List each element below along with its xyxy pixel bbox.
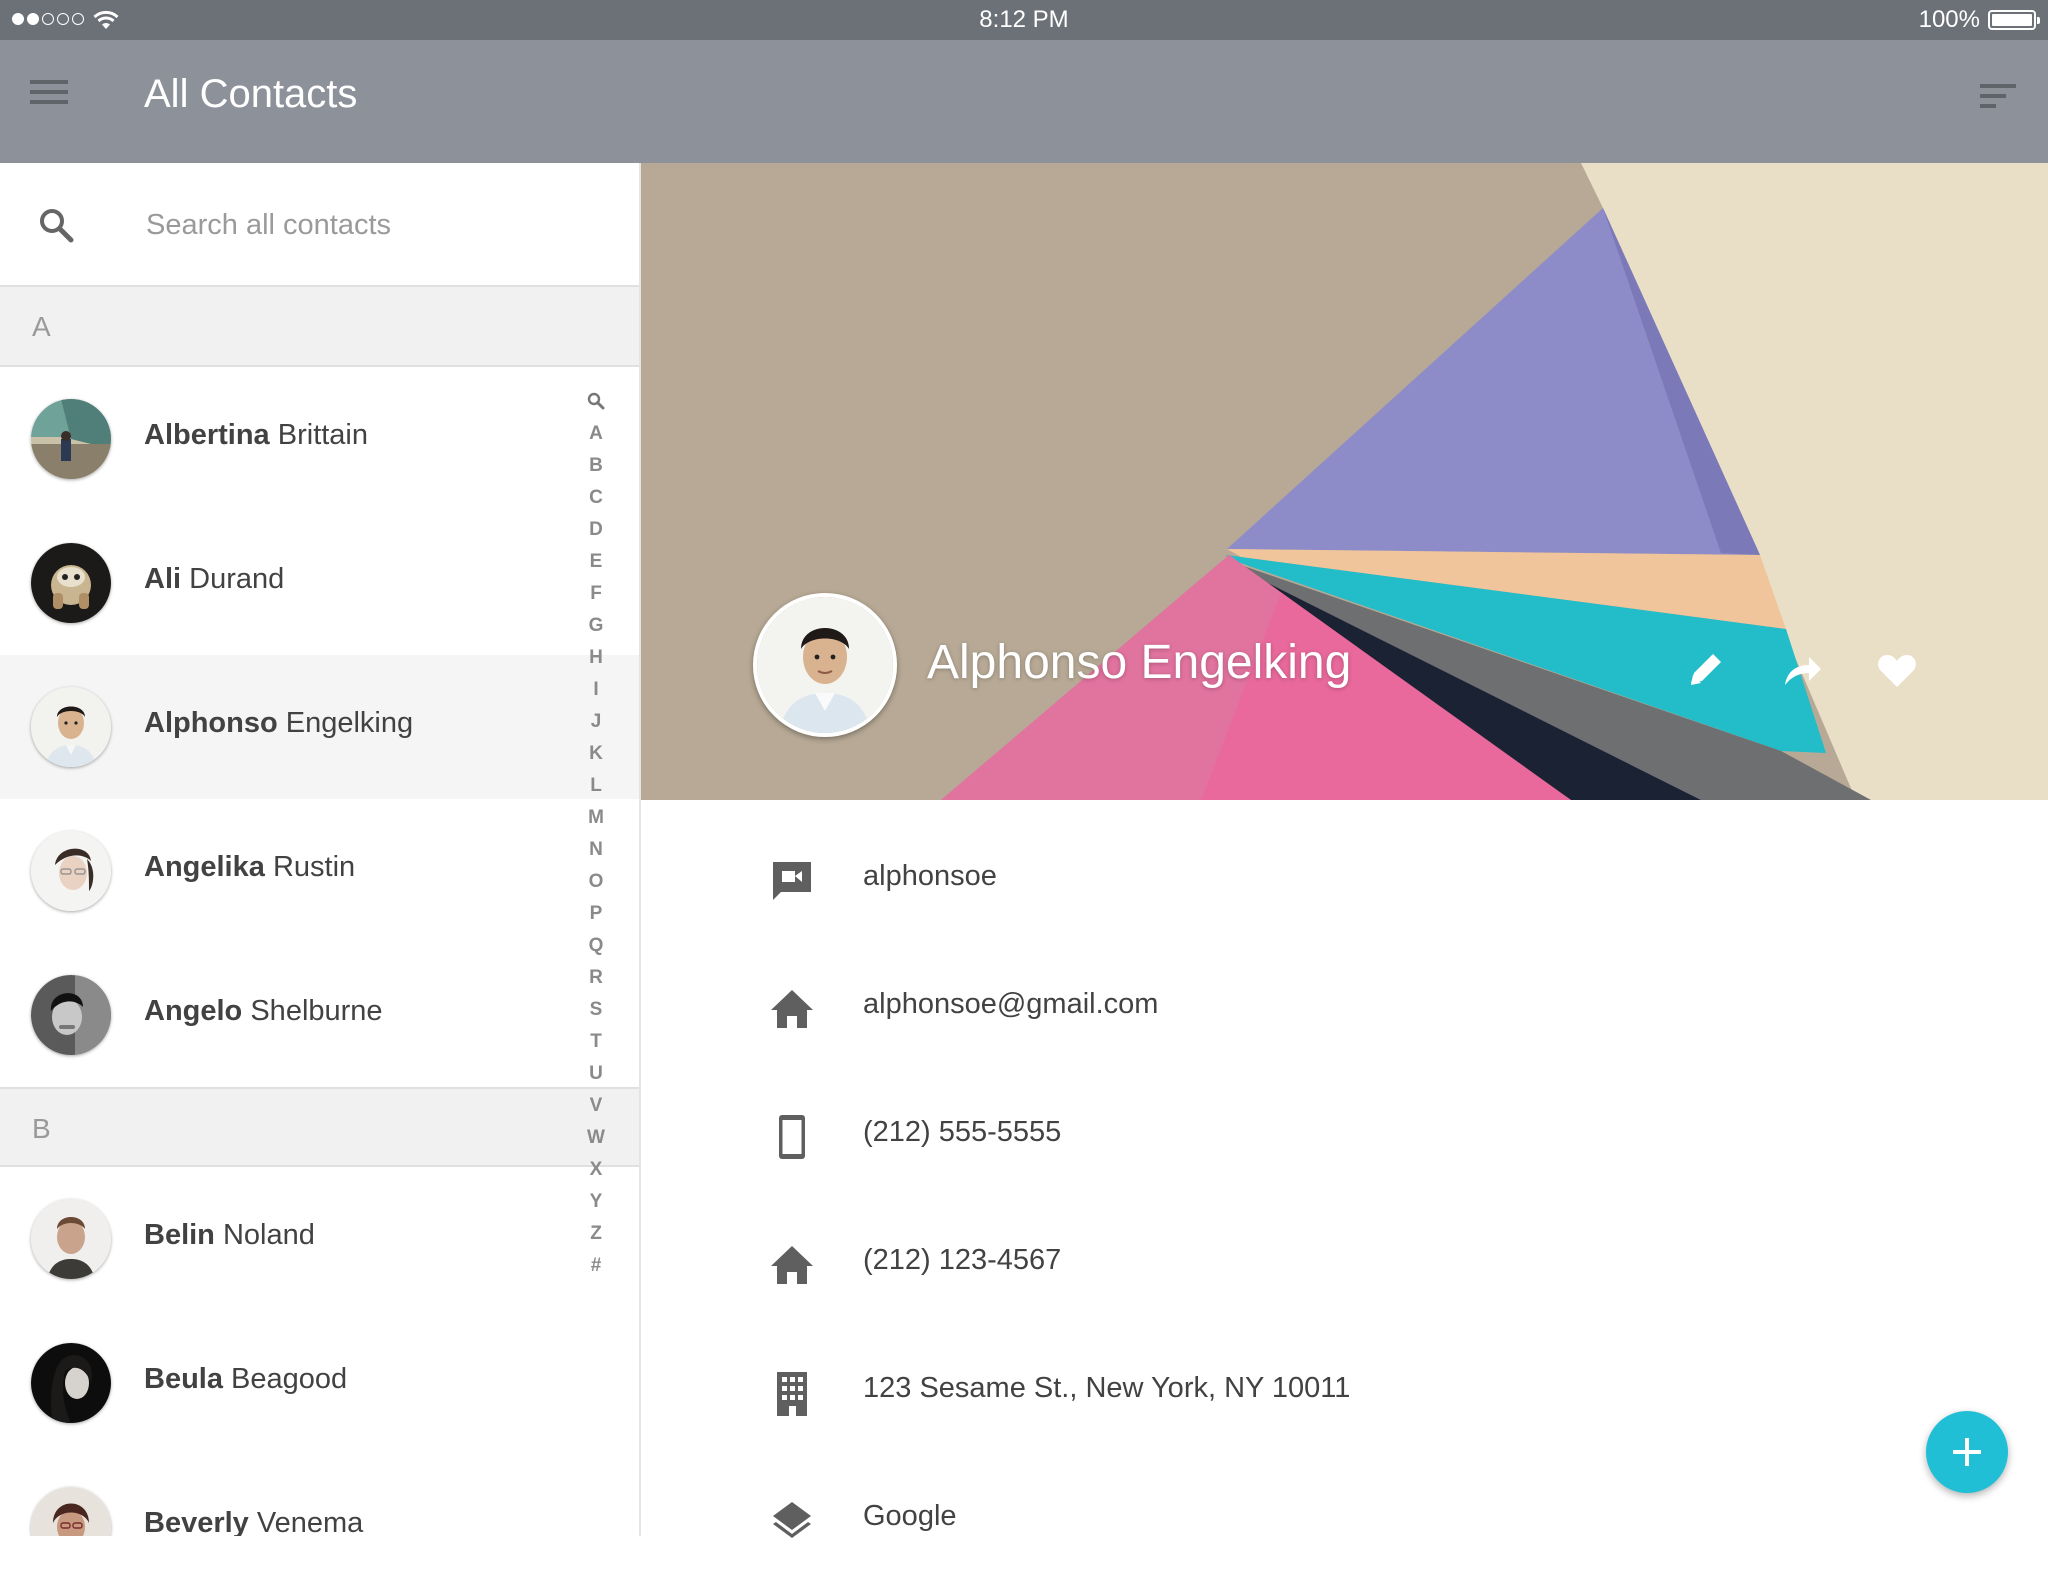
- contact-name: Alphonso Engelking: [144, 707, 414, 739]
- detail-row-address[interactable]: 123 Sesame St., New York, NY 10011: [641, 1328, 2048, 1456]
- index-letter-k[interactable]: K: [576, 738, 616, 770]
- index-letter-p[interactable]: P: [576, 898, 616, 930]
- index-letter-t[interactable]: T: [576, 1026, 616, 1058]
- add-contact-button[interactable]: [1926, 1411, 2008, 1493]
- home-icon: [771, 990, 813, 1028]
- detail-row-home-phone[interactable]: (212) 123-4567: [641, 1200, 2048, 1328]
- index-letter-c[interactable]: C: [576, 482, 616, 514]
- contact-name: Albertina Brittain: [144, 419, 369, 451]
- contact-item-angelo-shelburne[interactable]: Angelo Shelburne: [0, 943, 639, 1087]
- detail-row-mobile-phone[interactable]: (212) 555-5555: [641, 1072, 2048, 1200]
- status-bar: 8:12 PM 100%: [0, 0, 2048, 40]
- search-icon: [40, 209, 74, 243]
- index-letter-y[interactable]: Y: [576, 1186, 616, 1218]
- favorite-icon[interactable]: [1867, 641, 1927, 701]
- index-letter-v[interactable]: V: [576, 1090, 616, 1122]
- sort-icon[interactable]: [1978, 82, 2024, 122]
- detail-row-hangouts[interactable]: alphonsoe: [641, 816, 2048, 944]
- cover-image: Alphonso Engelking: [641, 163, 2048, 800]
- index-letter-b[interactable]: B: [576, 450, 616, 482]
- index-search-icon[interactable]: [576, 384, 616, 418]
- detail-value: 123 Sesame St., New York, NY 10011: [863, 1372, 1351, 1404]
- avatar: [31, 1199, 111, 1279]
- detail-value: alphonsoe@gmail.com: [863, 988, 1159, 1020]
- layers-icon: [773, 1502, 811, 1538]
- index-letter-h[interactable]: H: [576, 642, 616, 674]
- index-letter-e[interactable]: E: [576, 546, 616, 578]
- index-letter-o[interactable]: O: [576, 866, 616, 898]
- index-letter-w[interactable]: W: [576, 1122, 616, 1154]
- avatar: [31, 975, 111, 1055]
- index-letter-d[interactable]: D: [576, 514, 616, 546]
- index-letter-j[interactable]: J: [576, 706, 616, 738]
- index-letter-m[interactable]: M: [576, 802, 616, 834]
- app-bar: All Contacts: [0, 40, 2048, 163]
- share-icon[interactable]: [1771, 641, 1831, 701]
- index-letter-u[interactable]: U: [576, 1058, 616, 1090]
- detail-row-account[interactable]: Google: [641, 1456, 2048, 1584]
- index-letter-g[interactable]: G: [576, 610, 616, 642]
- page-title: All Contacts: [144, 72, 358, 116]
- contact-item-albertina-brittain[interactable]: Albertina Brittain: [0, 367, 639, 511]
- avatar: [31, 687, 111, 767]
- index-letter-i[interactable]: I: [576, 674, 616, 706]
- search-input[interactable]: [144, 199, 584, 251]
- index-letter-r[interactable]: R: [576, 962, 616, 994]
- section-header-a: A: [0, 287, 639, 367]
- avatar: [31, 831, 111, 911]
- profile-avatar: [753, 593, 897, 737]
- battery-percentage: 100%: [1918, 6, 1980, 33]
- section-header-b: B: [0, 1087, 639, 1167]
- index-letter-z[interactable]: Z: [576, 1218, 616, 1250]
- detail-row-email[interactable]: alphonsoe@gmail.com: [641, 944, 2048, 1072]
- index-letter-s[interactable]: S: [576, 994, 616, 1026]
- contact-name: Beverly Venema: [144, 1507, 364, 1536]
- contacts-list-pane: A Albertina Brittain: [0, 163, 641, 1536]
- index-letter-l[interactable]: L: [576, 770, 616, 802]
- contact-detail-pane: Alphonso Engelking alphonsoe alphonsoe@g…: [641, 163, 2048, 1538]
- mobile-phone-icon: [779, 1115, 805, 1159]
- search-bar: [0, 163, 639, 287]
- edit-icon[interactable]: [1675, 641, 1735, 701]
- add-icon: [1953, 1438, 1981, 1466]
- index-letter-q[interactable]: Q: [576, 930, 616, 962]
- avatar: [31, 1487, 111, 1536]
- alphabet-index: A B C D E F G H I J K L M N O P Q R S T U V W X Y Z #: [576, 384, 616, 1282]
- building-icon: [777, 1372, 807, 1416]
- detail-value: (212) 123-4567: [863, 1244, 1062, 1276]
- contact-name: Beula Beagood: [144, 1363, 348, 1395]
- contact-name: Belin Noland: [144, 1219, 315, 1251]
- contact-item-beverly-venema[interactable]: Beverly Venema: [0, 1455, 639, 1536]
- battery-icon: [1988, 10, 2040, 30]
- status-time: 8:12 PM: [979, 6, 1069, 33]
- contact-item-belin-noland[interactable]: Belin Noland: [0, 1167, 639, 1311]
- index-letter-f[interactable]: F: [576, 578, 616, 610]
- contact-item-ali-durand[interactable]: Ali Durand: [0, 511, 639, 655]
- contact-item-angelika-rustin[interactable]: Angelika Rustin: [0, 799, 639, 943]
- detail-value: Google: [863, 1500, 957, 1532]
- avatar: [31, 543, 111, 623]
- index-letter-a[interactable]: A: [576, 418, 616, 450]
- avatar: [31, 1343, 111, 1423]
- contact-item-alphonso-engelking[interactable]: Alphonso Engelking: [0, 655, 639, 799]
- home-icon: [771, 1246, 813, 1284]
- detail-value: (212) 555-5555: [863, 1116, 1062, 1148]
- contact-name: Ali Durand: [144, 563, 285, 595]
- video-chat-icon: [773, 862, 811, 900]
- contact-item-beula-beagood[interactable]: Beula Beagood: [0, 1311, 639, 1455]
- index-letter-x[interactable]: X: [576, 1154, 616, 1186]
- avatar: [31, 399, 111, 479]
- contact-name: Angelika Rustin: [144, 851, 356, 883]
- hamburger-menu-icon[interactable]: [26, 78, 86, 124]
- index-letter-hash[interactable]: #: [576, 1250, 616, 1282]
- contact-name: Angelo Shelburne: [144, 995, 383, 1027]
- detail-value: alphonsoe: [863, 860, 997, 892]
- index-letter-n[interactable]: N: [576, 834, 616, 866]
- contact-detail-name: Alphonso Engelking: [927, 636, 1352, 689]
